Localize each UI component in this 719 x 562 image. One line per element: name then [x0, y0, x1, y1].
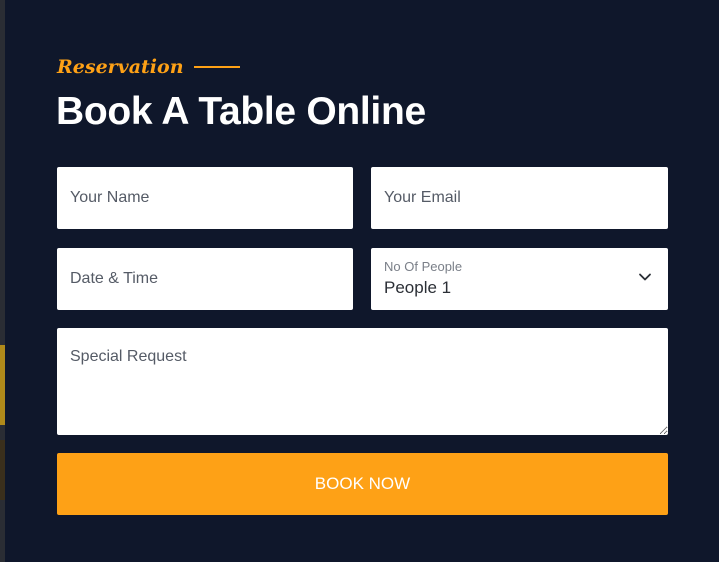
- kicker-text: Reservation: [57, 56, 184, 78]
- edge-accent-dark: [0, 440, 5, 500]
- people-select[interactable]: No Of People People 1: [371, 248, 668, 310]
- people-select-label: No Of People: [384, 259, 463, 274]
- people-select-value: People 1: [384, 278, 452, 297]
- name-input[interactable]: [57, 167, 353, 229]
- chevron-down-icon: [639, 273, 651, 281]
- book-now-button[interactable]: BOOK NOW: [57, 453, 668, 515]
- email-input[interactable]: [371, 167, 668, 229]
- kicker-line: [193, 66, 240, 68]
- left-edge-strip: [0, 0, 5, 562]
- edge-accent: [0, 345, 5, 425]
- section-kicker: Reservation: [57, 56, 240, 78]
- special-request-textarea[interactable]: [57, 328, 668, 435]
- datetime-input[interactable]: [57, 248, 353, 310]
- page-title: Book A Table Online: [56, 90, 426, 133]
